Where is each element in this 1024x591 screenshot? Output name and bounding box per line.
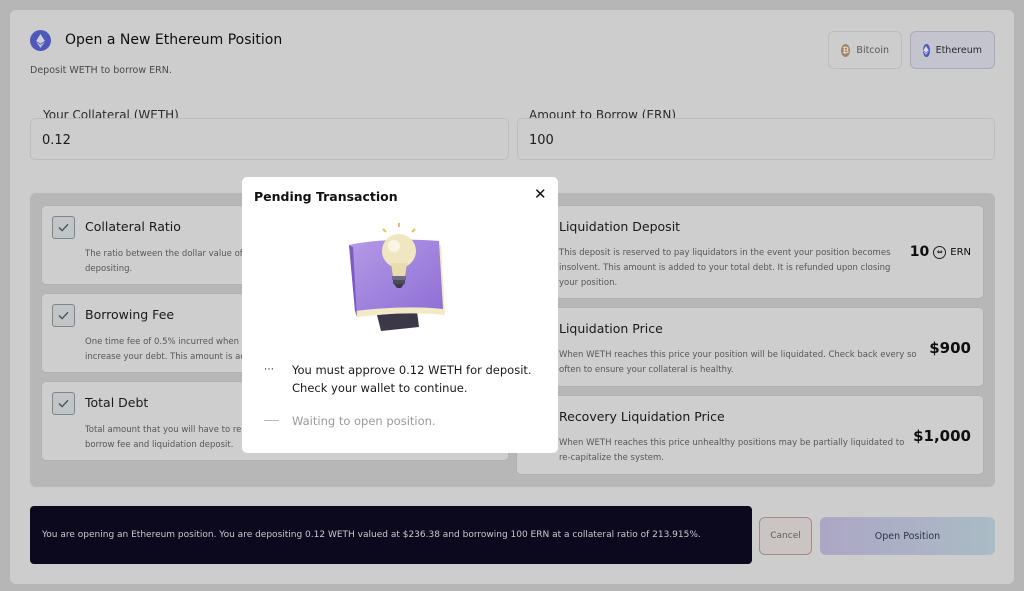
step-line: You must approve 0.12 WETH for deposit. [292, 363, 532, 377]
pending-transaction-modal: Pending Transaction ✕ ⋯ You must approve… [242, 177, 558, 453]
lightbulb-book-illustration [347, 219, 451, 333]
step-text: Waiting to open position. [292, 414, 436, 428]
close-icon[interactable]: ✕ [534, 187, 547, 202]
step-text: You must approve 0.12 WETH for deposit. … [292, 361, 532, 397]
loading-dots-icon: ⋯ [264, 364, 274, 375]
step-line: Check your wallet to continue. [292, 381, 468, 395]
pending-dash-icon [264, 420, 279, 421]
modal-title: Pending Transaction [254, 189, 398, 204]
